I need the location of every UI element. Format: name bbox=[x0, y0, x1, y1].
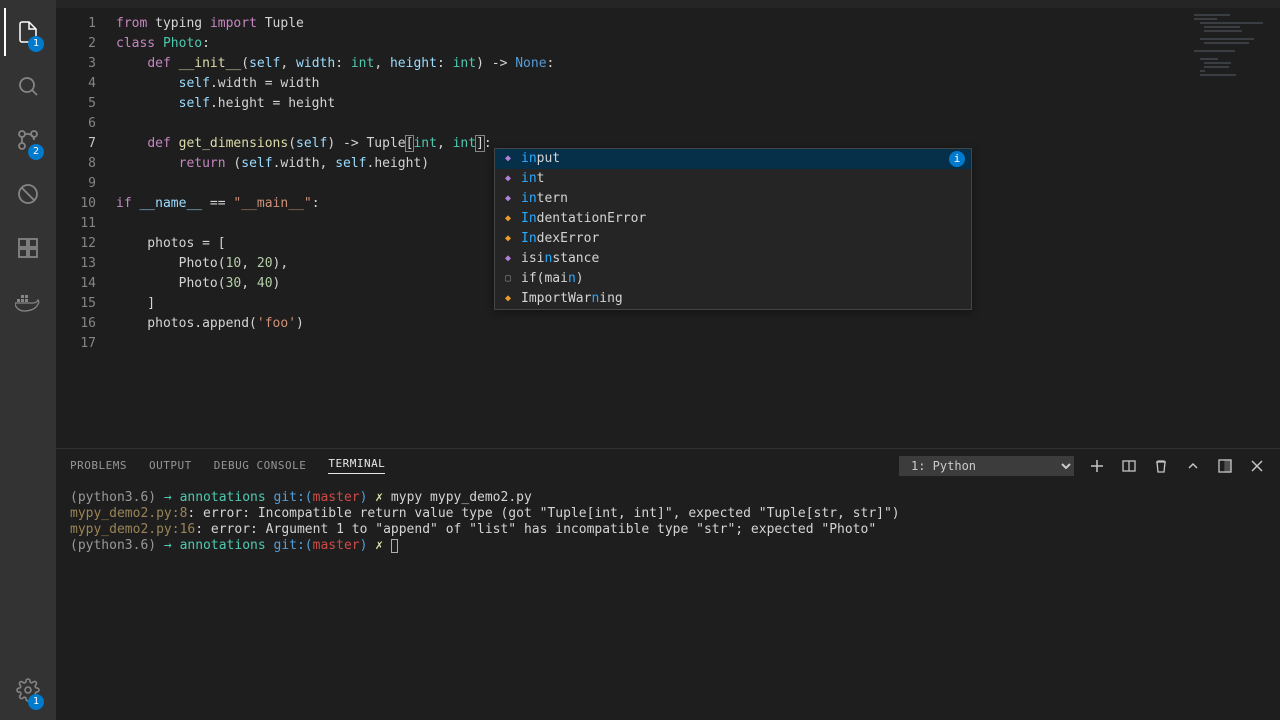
bottom-panel: PROBLEMS OUTPUT DEBUG CONSOLE TERMINAL 1… bbox=[56, 448, 1280, 720]
tab-problems[interactable]: PROBLEMS bbox=[70, 459, 127, 472]
debug-icon[interactable] bbox=[4, 170, 52, 218]
autocomplete-item[interactable]: ◆ intern bbox=[495, 189, 971, 209]
method-icon: ◆ bbox=[501, 172, 515, 186]
explorer-icon[interactable]: 1 bbox=[4, 8, 52, 56]
autocomplete-item[interactable]: ◆ int bbox=[495, 169, 971, 189]
method-icon: ◆ bbox=[501, 152, 515, 166]
class-icon: ◆ bbox=[501, 232, 515, 246]
editor[interactable]: 123456 7 891011121314151617 from typing … bbox=[56, 8, 1280, 448]
new-terminal-icon[interactable] bbox=[1088, 457, 1106, 475]
tab-terminal[interactable]: TERMINAL bbox=[328, 457, 385, 474]
extensions-icon[interactable] bbox=[4, 224, 52, 272]
explorer-badge: 1 bbox=[28, 36, 44, 52]
method-icon: ◆ bbox=[501, 192, 515, 206]
code-area[interactable]: from typing import Tuple class Photo: de… bbox=[116, 8, 1190, 448]
autocomplete-item[interactable]: ◆ isinstance bbox=[495, 249, 971, 269]
autocomplete-item[interactable]: ◆ IndexError bbox=[495, 229, 971, 249]
scm-icon[interactable]: 2 bbox=[4, 116, 52, 164]
main-area: 123456 7 891011121314151617 from typing … bbox=[56, 0, 1280, 720]
maximize-panel-icon[interactable] bbox=[1216, 457, 1234, 475]
terminal-env: (python3.6) bbox=[70, 490, 156, 505]
autocomplete-item[interactable]: ◆ input i bbox=[495, 149, 971, 169]
snippet-icon: ▢ bbox=[501, 272, 515, 286]
method-icon: ◆ bbox=[501, 252, 515, 266]
split-terminal-icon[interactable] bbox=[1120, 457, 1138, 475]
activity-bar: 1 2 1 bbox=[0, 0, 56, 720]
expand-panel-icon[interactable] bbox=[1184, 457, 1202, 475]
settings-badge: 1 bbox=[28, 694, 44, 710]
autocomplete-item[interactable]: ◆ IndentationError bbox=[495, 209, 971, 229]
tab-debug-console[interactable]: DEBUG CONSOLE bbox=[214, 459, 307, 472]
tab-output[interactable]: OUTPUT bbox=[149, 459, 192, 472]
terminal-cmd: mypy mypy_demo2.py bbox=[391, 490, 532, 505]
class-icon: ◆ bbox=[501, 292, 515, 306]
autocomplete-item[interactable]: ◆ ImportWarning bbox=[495, 289, 971, 309]
terminal-selector[interactable]: 1: Python bbox=[899, 456, 1074, 476]
settings-icon[interactable]: 1 bbox=[4, 666, 52, 714]
autocomplete-popup[interactable]: ◆ input i ◆ int ◆ intern ◆ IndentationEr… bbox=[494, 148, 972, 310]
search-icon[interactable] bbox=[4, 62, 52, 110]
gutter: 123456 7 891011121314151617 bbox=[56, 8, 116, 448]
minimap[interactable] bbox=[1190, 8, 1280, 448]
panel-tabs: PROBLEMS OUTPUT DEBUG CONSOLE TERMINAL 1… bbox=[56, 449, 1280, 482]
terminal-body[interactable]: (python3.6) → annotations git:(master) ✗… bbox=[56, 482, 1280, 720]
docker-icon[interactable] bbox=[4, 278, 52, 326]
autocomplete-item[interactable]: ▢ if(main) bbox=[495, 269, 971, 289]
class-icon: ◆ bbox=[501, 212, 515, 226]
close-panel-icon[interactable] bbox=[1248, 457, 1266, 475]
kill-terminal-icon[interactable] bbox=[1152, 457, 1170, 475]
tab-bar bbox=[56, 0, 1280, 8]
info-icon[interactable]: i bbox=[949, 151, 965, 167]
scm-badge: 2 bbox=[28, 144, 44, 160]
terminal-cursor bbox=[391, 539, 398, 553]
